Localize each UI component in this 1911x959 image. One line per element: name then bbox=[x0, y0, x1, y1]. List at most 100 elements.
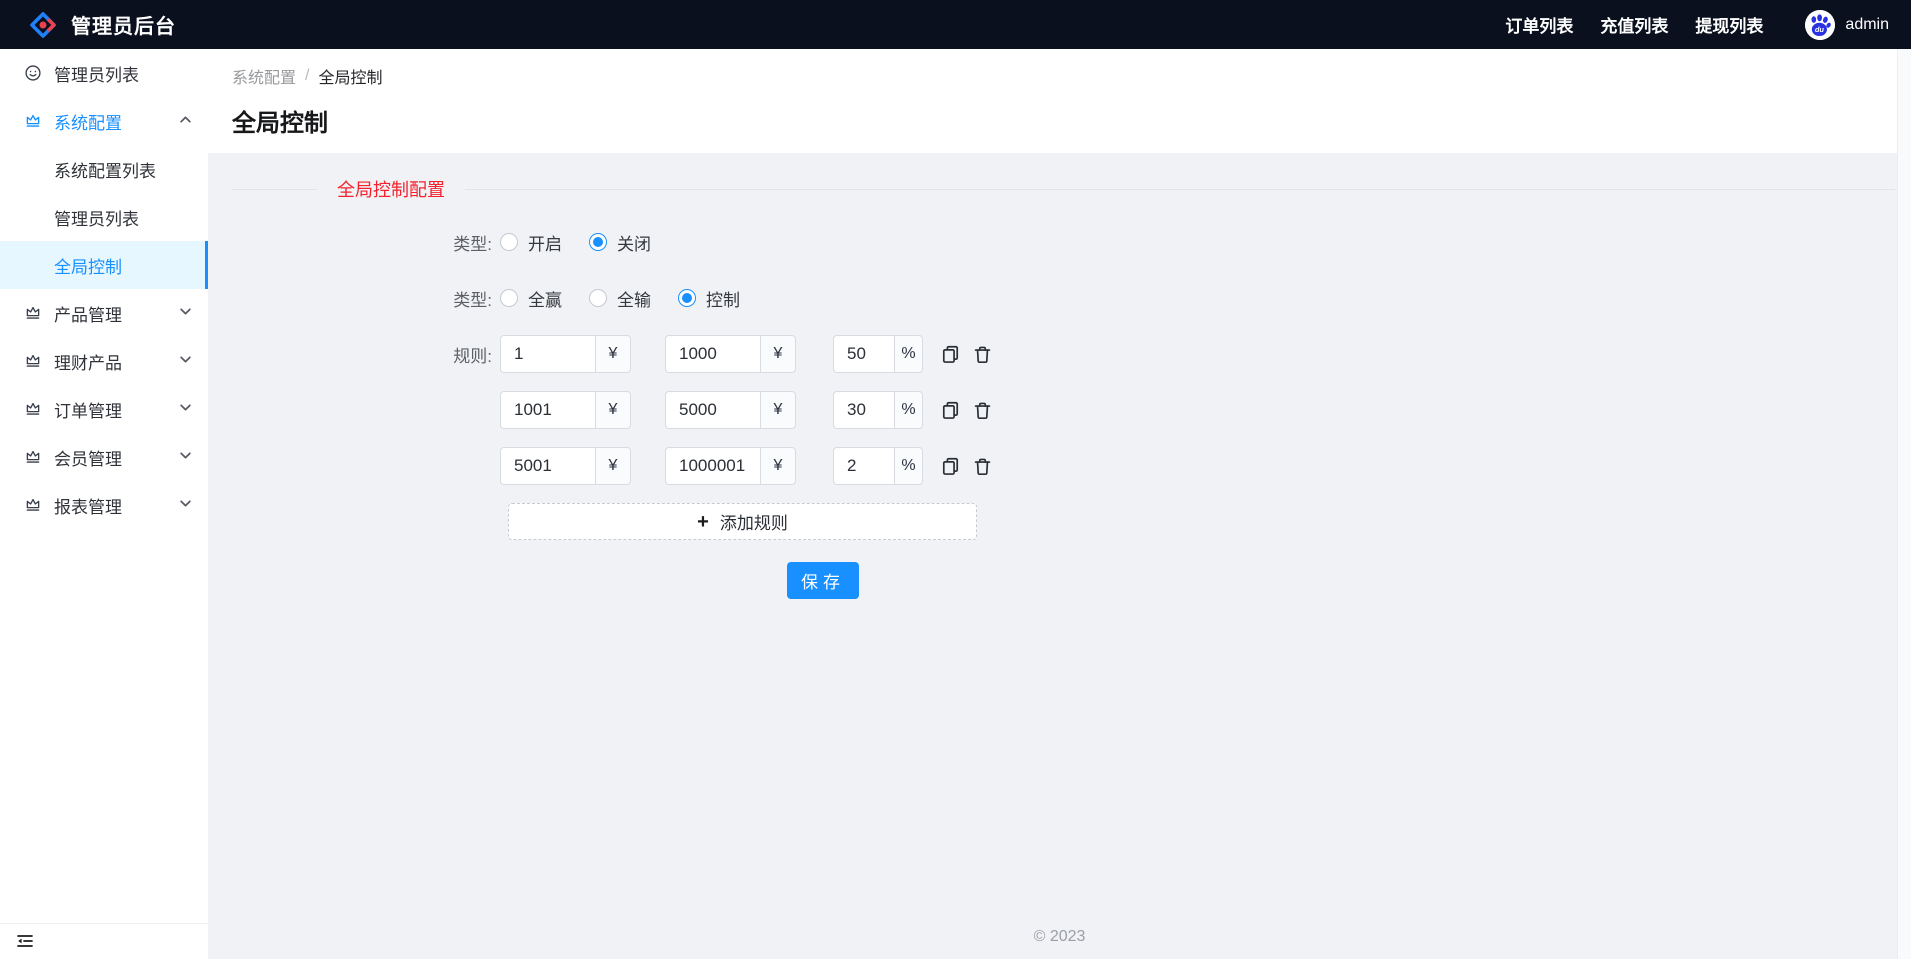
rule-max-input[interactable] bbox=[665, 391, 760, 429]
copy-icon bbox=[942, 401, 959, 419]
delete-rule-button[interactable] bbox=[972, 456, 993, 477]
sidebar-item-admin-list[interactable]: 管理员列表 bbox=[0, 49, 208, 97]
crown-icon bbox=[24, 448, 42, 466]
rule-row: ¥ ¥ % bbox=[232, 391, 1895, 429]
radio-label: 全输 bbox=[617, 290, 651, 310]
form-label: 规则: bbox=[453, 346, 492, 366]
plus-icon: + bbox=[697, 510, 709, 533]
content: 全局控制配置 类型: 开启 关闭 类型: 全赢 全输 控制 规则: 1 ¥ 10… bbox=[208, 153, 1911, 959]
sidebar-item-product-management[interactable]: 产品管理 bbox=[0, 289, 208, 337]
crown-icon bbox=[24, 112, 42, 130]
brand[interactable]: 管理员后台 bbox=[28, 10, 176, 40]
crown-icon bbox=[24, 304, 42, 322]
sidebar-item-label: 系统配置 bbox=[54, 113, 122, 133]
sidebar-item-label: 管理员列表 bbox=[54, 65, 139, 85]
radio-option-control[interactable]: 控制 bbox=[678, 286, 740, 311]
rule-min-input[interactable] bbox=[500, 391, 595, 429]
submenu-item-admin-list[interactable]: 管理员列表 bbox=[0, 193, 208, 241]
section-divider: 全局控制配置 bbox=[232, 177, 1895, 201]
radio-option-open[interactable]: 开启 bbox=[500, 230, 562, 255]
radio-label: 开启 bbox=[528, 234, 562, 254]
submenu-item-system-config-list[interactable]: 系统配置列表 bbox=[0, 145, 208, 193]
copy-rule-button[interactable] bbox=[940, 344, 961, 365]
chevron-down-icon bbox=[179, 447, 192, 467]
scrollbar-track[interactable] bbox=[1897, 49, 1911, 959]
smile-icon bbox=[24, 64, 42, 82]
rule-max-group: ¥ bbox=[665, 335, 796, 373]
delete-rule-button[interactable] bbox=[972, 344, 993, 365]
add-rule-button[interactable]: + 添加规则 bbox=[508, 503, 977, 540]
copy-rule-button[interactable] bbox=[940, 456, 961, 477]
trash-icon bbox=[974, 458, 991, 475]
rule-max-group: ¥ bbox=[665, 391, 796, 429]
radio-option-all-lose[interactable]: 全输 bbox=[589, 286, 651, 311]
topbar: 管理员后台 订单列表 充值列表 提现列表 du admin bbox=[0, 0, 1911, 49]
save-row: 保存 bbox=[787, 562, 1895, 599]
save-button[interactable]: 保存 bbox=[787, 562, 859, 599]
rule-min-input[interactable] bbox=[500, 447, 595, 485]
nav-item-recharge-list[interactable]: 充值列表 bbox=[1600, 12, 1668, 37]
submenu-item-label: 全局控制 bbox=[54, 257, 122, 277]
form-label: 类型: bbox=[453, 234, 492, 254]
rule-max-group: ¥ bbox=[665, 447, 796, 485]
rule-min-group: ¥ bbox=[500, 447, 631, 485]
radio-label: 关闭 bbox=[617, 234, 651, 254]
sidebar: 管理员列表 系统配置 系统配置列表 管理员列表 全局控制 产品管理 理财产品 订… bbox=[0, 49, 208, 959]
sidebar-item-member-management[interactable]: 会员管理 bbox=[0, 433, 208, 481]
percent-addon: % bbox=[894, 335, 923, 373]
footer-copyright: © 2023 bbox=[1033, 928, 1086, 945]
crown-icon bbox=[24, 352, 42, 370]
add-rule-row: + 添加规则 bbox=[508, 503, 1895, 540]
user-name: admin bbox=[1845, 15, 1889, 33]
nav-item-order-list[interactable]: 订单列表 bbox=[1505, 12, 1573, 37]
main-header: 系统配置 / 全局控制 全局控制 bbox=[208, 49, 1911, 153]
switch-radio-group: 开启 关闭 bbox=[500, 230, 651, 255]
rule-row: 规则: ¥ ¥ % bbox=[232, 335, 1895, 373]
currency-addon: ¥ bbox=[595, 335, 631, 373]
rule-percent-input[interactable] bbox=[833, 447, 894, 485]
user-menu[interactable]: du admin bbox=[1805, 9, 1889, 40]
rule-percent-group: % bbox=[833, 447, 923, 485]
radio-icon bbox=[500, 289, 518, 307]
chevron-down-icon bbox=[179, 351, 192, 371]
rule-max-input[interactable] bbox=[665, 447, 760, 485]
percent-addon: % bbox=[894, 391, 923, 429]
breadcrumb-separator: / bbox=[305, 67, 310, 84]
rule-percent-input[interactable] bbox=[833, 335, 894, 373]
menu-fold-icon bbox=[17, 934, 33, 947]
sidebar-collapse-trigger[interactable] bbox=[15, 931, 37, 953]
svg-text:du: du bbox=[1815, 25, 1825, 34]
crown-icon bbox=[24, 496, 42, 514]
submenu-item-label: 管理员列表 bbox=[54, 209, 139, 229]
radio-option-all-win[interactable]: 全赢 bbox=[500, 286, 562, 311]
radio-checked-icon bbox=[589, 233, 607, 251]
trash-icon bbox=[974, 402, 991, 419]
rule-max-input[interactable] bbox=[665, 335, 760, 373]
copy-icon bbox=[942, 457, 959, 475]
chevron-down-icon bbox=[179, 399, 192, 419]
breadcrumb: 系统配置 / 全局控制 bbox=[232, 64, 1887, 88]
radio-icon bbox=[500, 233, 518, 251]
page-title: 全局控制 bbox=[232, 110, 328, 137]
sidebar-item-report-management[interactable]: 报表管理 bbox=[0, 481, 208, 529]
rule-min-group: ¥ bbox=[500, 335, 631, 373]
diamond-logo-icon bbox=[28, 10, 58, 40]
delete-rule-button[interactable] bbox=[972, 400, 993, 421]
submenu-item-global-control[interactable]: 全局控制 bbox=[0, 241, 208, 289]
nav-item-withdraw-list[interactable]: 提现列表 bbox=[1695, 12, 1763, 37]
rule-percent-input[interactable] bbox=[833, 391, 894, 429]
rule-row: ¥ ¥ % bbox=[232, 447, 1895, 485]
radio-option-close[interactable]: 关闭 bbox=[589, 230, 651, 255]
radio-checked-icon bbox=[678, 289, 696, 307]
percent-addon: % bbox=[894, 447, 923, 485]
chevron-down-icon bbox=[179, 495, 192, 515]
breadcrumb-parent[interactable]: 系统配置 bbox=[232, 64, 296, 88]
copy-rule-button[interactable] bbox=[940, 400, 961, 421]
app-title: 管理员后台 bbox=[71, 16, 176, 38]
sidebar-item-order-management[interactable]: 订单管理 bbox=[0, 385, 208, 433]
rule-min-input[interactable] bbox=[500, 335, 595, 373]
sidebar-item-label: 会员管理 bbox=[54, 449, 122, 469]
main-area: 系统配置 / 全局控制 全局控制 全局控制配置 类型: 开启 关闭 类型: 全赢… bbox=[208, 49, 1911, 959]
sidebar-item-system-config[interactable]: 系统配置 bbox=[0, 97, 208, 145]
sidebar-item-finance-products[interactable]: 理财产品 bbox=[0, 337, 208, 385]
